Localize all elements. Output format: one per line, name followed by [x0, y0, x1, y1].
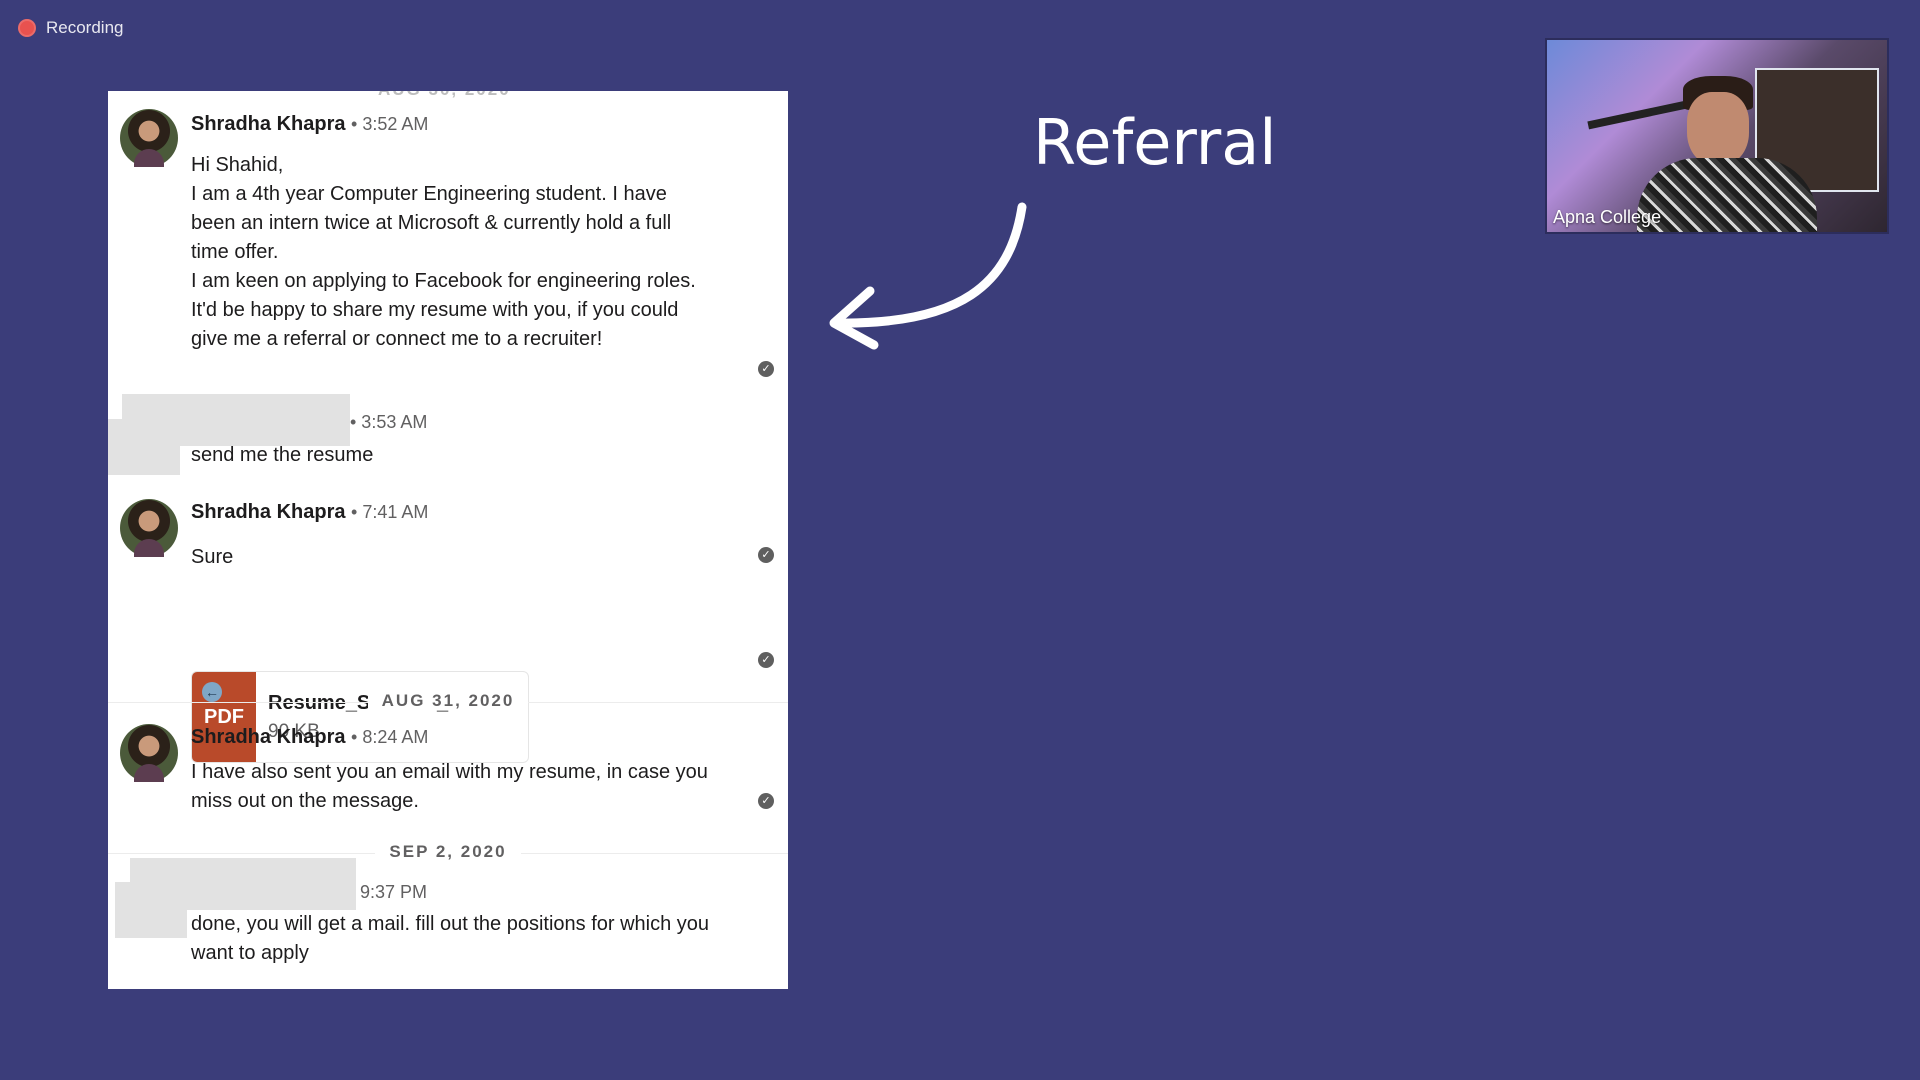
- webcam-label: Apna College: [1553, 207, 1662, 227]
- sender-name[interactable]: Shradha Khapra: [191, 501, 345, 523]
- message-time: 9:37 PM: [360, 882, 428, 902]
- check-icon: ✓: [758, 547, 774, 563]
- date-separator-top: AUG 30, 2020: [378, 91, 511, 100]
- record-icon: [18, 19, 36, 37]
- chat-panel: AUG 30, 2020 Shradha Khapra • 3:52 AM Hi…: [108, 91, 788, 989]
- message-text: done, you will get a mail. fill out the …: [191, 913, 710, 964]
- message-text: I have also sent you an email with my re…: [191, 761, 708, 812]
- webcam-preview: Apna College: [1545, 38, 1889, 234]
- recording-indicator: Recording: [18, 18, 124, 38]
- message-text: Hi Shahid, I am a 4th year Computer Engi…: [191, 154, 696, 350]
- check-icon: ✓: [758, 652, 774, 668]
- date-separator: AUG 31, 2020: [108, 691, 788, 711]
- avatar[interactable]: [120, 724, 178, 782]
- check-icon: ✓: [758, 361, 774, 377]
- message-time: • 8:24 AM: [351, 727, 429, 747]
- message-time: • 7:41 AM: [351, 502, 429, 522]
- recording-label: Recording: [46, 18, 124, 37]
- sender-name[interactable]: Shradha Khapra: [191, 113, 345, 135]
- redacted-avatar: [108, 419, 180, 475]
- pdf-attachment[interactable]: ← PDF Resume_Shradha_Kha... 90 KB: [191, 671, 529, 763]
- avatar[interactable]: [120, 499, 178, 557]
- message-time: • 3:53 AM: [350, 412, 428, 432]
- redacted-avatar: [115, 882, 187, 938]
- annotation-arrow-icon: [829, 202, 1027, 350]
- check-icon: ✓: [758, 793, 774, 809]
- message-time: • 3:52 AM: [351, 114, 429, 134]
- annotation-title: Referral: [1033, 106, 1277, 179]
- message-text: send me the resume: [191, 444, 374, 466]
- sender-name[interactable]: Shradha Khapra: [191, 726, 345, 748]
- message-text: Sure: [191, 546, 234, 568]
- avatar[interactable]: [120, 109, 178, 167]
